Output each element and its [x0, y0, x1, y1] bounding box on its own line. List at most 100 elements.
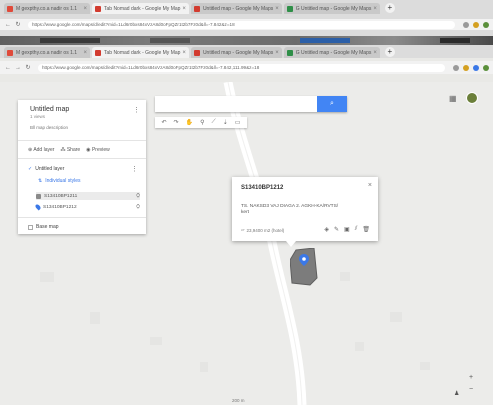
map-scale: 200 m — [232, 398, 245, 403]
close-icon[interactable]: × — [81, 50, 87, 56]
close-icon[interactable]: × — [371, 50, 377, 56]
pegman-icon[interactable]: ♟ — [454, 390, 459, 397]
divider — [18, 140, 146, 141]
layer-options-icon[interactable]: ⋮ — [131, 165, 138, 173]
tab[interactable]: Untitled map - Google My Maps × — [190, 47, 282, 58]
individual-styles-link[interactable]: Individual styles — [45, 178, 80, 184]
url-field[interactable]: https://www.google.com/maps/d/edit?mid=1… — [38, 63, 445, 72]
undo-icon[interactable]: ↶ — [162, 119, 167, 126]
preview-button[interactable]: ◉ Preview — [86, 147, 110, 153]
line-icon[interactable]: ⟋ — [212, 119, 216, 126]
map-marker-icon[interactable] — [299, 254, 309, 266]
maps-icon — [95, 49, 101, 56]
back-icon[interactable]: ← — [4, 22, 12, 28]
apps-grid-icon[interactable]: ▦ — [449, 94, 457, 103]
map-toolbar: ↶ ↷ ✋ ⚲ ⟋ ⇣ ▭ — [155, 117, 247, 128]
new-tab-icon[interactable]: + — [384, 47, 395, 57]
tab-active[interactable]: Tab Nomad dark - Google My Map × — [92, 47, 189, 58]
gmail-icon — [7, 5, 13, 12]
search-field[interactable] — [155, 100, 315, 116]
forward-icon[interactable]: → — [14, 65, 22, 71]
back-url-field[interactable]: https://www.google.com/maps/d/edit?mid=1… — [28, 20, 455, 29]
tab[interactable]: G Untitled map - Google My Maps × — [283, 47, 380, 58]
new-tab-icon[interactable]: + — [384, 3, 395, 13]
search-button[interactable]: ⌕ — [317, 96, 347, 112]
google-icon — [286, 5, 293, 12]
extension-icon[interactable] — [473, 64, 479, 71]
style-icon: ⇅ — [38, 178, 43, 184]
style-icon[interactable]: ⛭ — [136, 193, 140, 199]
edit-icon[interactable]: ✎ — [334, 226, 339, 233]
reload-icon[interactable]: ↻ — [24, 64, 32, 71]
extension-icon[interactable] — [473, 21, 479, 28]
camera-icon[interactable]: ▣ — [344, 226, 350, 233]
map-views-count: 1 views — [30, 114, 46, 119]
back-address-bar: ← ↻ https://www.google.com/maps/d/edit?m… — [0, 19, 493, 30]
back-tab[interactable]: Untitled map - Google My Maps × — [190, 3, 282, 14]
close-icon[interactable]: × — [371, 6, 377, 12]
reload-icon[interactable]: ↻ — [14, 21, 22, 28]
back-tab[interactable]: G Untitled map - Google My Maps × — [283, 3, 380, 14]
base-map-row[interactable]: Base map — [28, 224, 59, 230]
avatar[interactable] — [466, 92, 478, 104]
layer-header[interactable]: ✓ Untitled layer — [28, 166, 64, 172]
profile-icon[interactable] — [483, 21, 489, 28]
add-layer-button[interactable]: ⊕ Add layer — [28, 147, 54, 153]
maps-icon — [95, 5, 101, 12]
panel-actions: ⊕ Add layer ⁂ Share ◉ Preview — [28, 147, 110, 153]
checkbox-checked-icon[interactable]: ✓ — [28, 166, 32, 172]
ruler-icon[interactable]: ▭ — [235, 119, 241, 126]
search-icon: ⌕ — [330, 100, 334, 107]
divider — [18, 158, 146, 159]
profile-icon[interactable] — [483, 64, 489, 71]
maps-icon — [193, 49, 200, 56]
area-icon: ▱ — [241, 227, 245, 232]
zoom-in-button[interactable]: + — [466, 374, 476, 381]
paint-icon[interactable]: ◈ — [324, 226, 329, 233]
extension-icon[interactable] — [463, 64, 469, 71]
redo-icon[interactable]: ↷ — [174, 119, 179, 126]
maps-icon — [193, 5, 200, 12]
layer-name[interactable]: Untitled layer — [35, 166, 64, 172]
close-icon[interactable]: × — [81, 6, 87, 12]
gmail-icon — [7, 49, 13, 56]
close-icon[interactable]: × — [368, 182, 372, 189]
list-item[interactable]: S13410BP1211 ⛭ — [36, 192, 140, 200]
blurred-bookmark-strip — [0, 36, 493, 45]
more-options-icon[interactable]: ⋮ — [133, 106, 140, 114]
map-description[interactable]: Bll map description — [30, 125, 68, 130]
close-icon[interactable]: × — [180, 6, 186, 12]
marker-icon — [34, 203, 42, 211]
style-icon[interactable]: ⛭ — [136, 204, 140, 210]
filter-icon[interactable]: ⫽ — [355, 226, 358, 233]
tab-bar: M gexpthy.co.a nadir os 1.1 × Tab Nomad d… — [0, 46, 493, 58]
tab[interactable]: M gexpthy.co.a nadir os 1.1 × — [4, 47, 90, 58]
close-icon[interactable]: × — [273, 6, 279, 12]
map-title[interactable]: Untitled map — [30, 106, 69, 113]
feature-measurement: ▱ 23,9400 m2 (hotel) — [241, 227, 285, 233]
route-icon[interactable]: ⇣ — [223, 119, 228, 126]
star-icon[interactable] — [463, 21, 469, 28]
zoom-out-button[interactable]: − — [466, 386, 476, 393]
checkbox[interactable] — [28, 224, 33, 230]
map-legend-panel: Untitled map 1 views Bll map description… — [18, 100, 146, 234]
polygon-icon — [36, 193, 41, 199]
star-icon[interactable] — [453, 64, 459, 71]
marker-icon[interactable]: ⚲ — [200, 119, 204, 126]
layer-style[interactable]: ⇅ Individual styles — [38, 178, 81, 184]
feature-title: S13410BP1212 — [241, 185, 284, 191]
divider — [18, 217, 146, 218]
close-icon[interactable]: × — [273, 50, 279, 56]
delete-icon[interactable]: 🗑 — [362, 226, 370, 233]
feature-info-popup: S13410BP1212 × TS. NAKSD3 VAJ DIAGA 2. A… — [232, 177, 378, 241]
list-item[interactable]: S13410BP1212 ⛭ — [34, 203, 140, 211]
feature-actions: ◈ ✎ ▣ ⫽ 🗑 — [324, 226, 370, 233]
back-icon[interactable]: ← — [4, 65, 12, 71]
back-tab[interactable]: M gexpthy.co.a nadir os 1.1 × — [4, 3, 90, 14]
close-icon[interactable]: × — [180, 50, 186, 56]
back-tab[interactable]: Tab Nomad dark - Google My Map × — [92, 3, 189, 14]
feature-description: TS. NAKSD3 VAJ DIAGA 2. AGKH-KA/RVTS/ ke… — [241, 204, 339, 215]
share-button[interactable]: ⁂ Share — [60, 147, 80, 153]
google-icon — [286, 49, 293, 56]
hand-icon[interactable]: ✋ — [186, 119, 193, 126]
